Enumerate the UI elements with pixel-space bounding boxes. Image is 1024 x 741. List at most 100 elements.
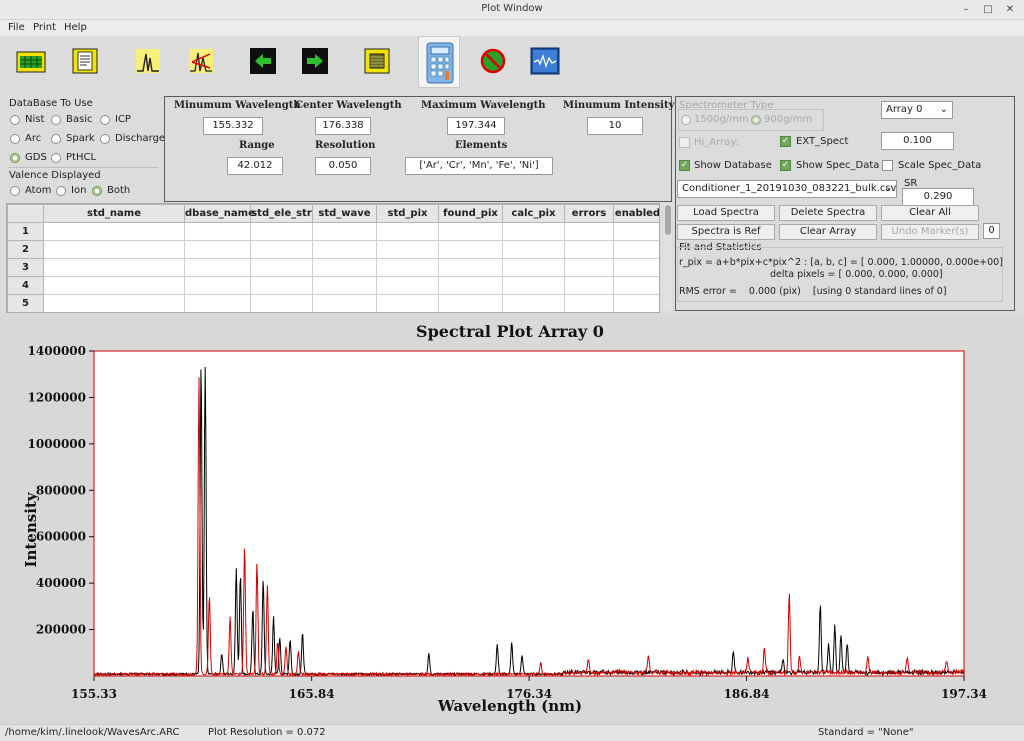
file-select[interactable]: Conditioner_1_20191030_083221_bulk.csv ⌄ xyxy=(677,180,897,198)
chevron-down-icon: ⌄ xyxy=(939,104,948,115)
toolbar xyxy=(0,36,1024,94)
array-select[interactable]: Array 0 ⌄ xyxy=(881,101,953,119)
label-gds: GDS xyxy=(25,152,47,163)
row-number: 5 xyxy=(7,294,44,312)
row-number: 4 xyxy=(7,276,44,295)
clear-array-button[interactable]: Clear Array xyxy=(779,224,877,240)
col-errors[interactable]: errors xyxy=(564,204,614,223)
col-std-ele-str[interactable]: std_ele_str xyxy=(250,204,313,223)
col-dbase-name[interactable]: dbase_name xyxy=(184,204,255,223)
table-row[interactable]: 2 xyxy=(7,240,659,259)
label-spark: Spark xyxy=(66,133,95,144)
valence-title: Valence Displayed xyxy=(9,170,101,181)
elements-field[interactable]: ['Ar', 'Cr', 'Mn', 'Fe', 'Ni'] xyxy=(405,157,553,175)
center-wavelength-field[interactable]: 176.338 xyxy=(315,117,371,135)
radio-basic[interactable] xyxy=(51,115,61,125)
rms-error: RMS error = 0.000 (pix) [using 0 standar… xyxy=(679,286,947,297)
row-number: 3 xyxy=(7,258,44,277)
table-row[interactable]: 1 xyxy=(7,222,659,241)
col-enabled[interactable]: enabled xyxy=(613,204,659,223)
min-wavelength-label: Minumum Wavelength xyxy=(174,100,301,111)
label-pthcl: PtHCL xyxy=(66,152,97,163)
file-select-value: Conditioner_1_20191030_083221_bulk.csv xyxy=(682,183,897,194)
status-path: /home/kim/.linelook/WavesArc.ARC xyxy=(5,727,180,738)
spectral-plot-svg[interactable]: Spectral Plot Array 0 200000 400000 600000… xyxy=(0,314,1024,724)
radio-discharge[interactable] xyxy=(100,134,110,144)
calculator-icon[interactable] xyxy=(418,36,460,88)
col-std-name[interactable]: std_name xyxy=(43,204,185,223)
menu-help[interactable]: Help xyxy=(64,22,87,33)
x-tick-label: 165.84 xyxy=(289,687,335,701)
ext-spect-field[interactable]: 0.100 xyxy=(881,132,954,150)
col-calc-pix[interactable]: calc_pix xyxy=(502,204,565,223)
spectrum-peaks-icon[interactable] xyxy=(133,46,163,76)
radio-both[interactable] xyxy=(92,186,102,196)
range-label: Range xyxy=(239,140,275,151)
table-row[interactable]: 4 xyxy=(7,276,659,295)
y-tick-label: 800000 xyxy=(36,483,86,497)
menu-bar: File Print Help xyxy=(0,20,1024,36)
table-row[interactable]: 5 xyxy=(7,294,659,312)
plot-frame xyxy=(93,350,965,677)
notes-icon[interactable] xyxy=(70,46,100,76)
col-found-pix[interactable]: found_pix xyxy=(438,204,503,223)
ext-spect-checkbox[interactable]: ✓ xyxy=(780,136,791,147)
spectra-is-ref-button[interactable]: Spectra is Ref xyxy=(677,224,775,240)
scrollbar-thumb[interactable] xyxy=(665,205,671,235)
radio-ion[interactable] xyxy=(56,186,66,196)
max-wavelength-field[interactable]: 197.344 xyxy=(447,117,505,135)
scale-spec-data-label: Scale Spec_Data xyxy=(898,160,982,171)
col-std-wave[interactable]: std_wave xyxy=(312,204,377,223)
row-number: 1 xyxy=(7,222,44,241)
close-icon[interactable]: ✕ xyxy=(1002,2,1018,18)
table-row[interactable]: 3 xyxy=(7,258,659,277)
show-database-label: Show Database xyxy=(694,160,772,171)
radio-pthcl[interactable] xyxy=(51,153,61,163)
min-wavelength-field[interactable]: 155.332 xyxy=(203,117,263,135)
arrow-left-icon[interactable] xyxy=(248,46,278,76)
maximize-icon[interactable]: □ xyxy=(980,2,996,18)
label-discharge: Discharge xyxy=(115,133,166,144)
scale-spec-data-checkbox[interactable] xyxy=(882,160,893,171)
y-axis-label: Intensity xyxy=(22,491,40,567)
menu-print[interactable]: Print xyxy=(33,22,56,33)
label-basic: Basic xyxy=(66,114,93,125)
sr-field[interactable]: 0.290 xyxy=(902,188,974,206)
status-standard: Standard = "None" xyxy=(818,727,914,738)
radio-gds[interactable] xyxy=(10,153,20,163)
hi-array-checkbox[interactable] xyxy=(679,137,690,148)
menu-file[interactable]: File xyxy=(8,22,25,33)
minimize-icon[interactable]: – xyxy=(958,2,974,18)
radio-spark[interactable] xyxy=(51,134,61,144)
x-tick-label: 197.34 xyxy=(941,687,987,701)
label-nist: Nist xyxy=(25,114,45,125)
waveform-monitor-icon[interactable] xyxy=(530,46,560,76)
square-frame-icon[interactable] xyxy=(362,46,392,76)
delete-spectra-button[interactable]: Delete Spectra xyxy=(779,205,877,221)
load-spectra-button[interactable]: Load Spectra xyxy=(677,205,775,221)
status-bar: /home/kim/.linelook/WavesArc.ARC Plot Re… xyxy=(0,724,1024,741)
clear-all-button[interactable]: Clear All xyxy=(881,205,979,221)
no-entry-icon[interactable] xyxy=(478,46,508,76)
min-intensity-field[interactable]: 10 xyxy=(587,117,643,135)
database-icon[interactable] xyxy=(16,46,46,76)
radio-900g[interactable] xyxy=(751,115,761,125)
table-scrollbar[interactable] xyxy=(664,203,672,311)
col-std-pix[interactable]: std_pix xyxy=(376,204,439,223)
range-field[interactable]: 42.012 xyxy=(227,157,283,175)
radio-nist[interactable] xyxy=(10,115,20,125)
show-database-checkbox[interactable]: ✓ xyxy=(679,160,690,171)
marker-count: 0 xyxy=(983,223,1000,239)
radio-1500g[interactable] xyxy=(681,115,691,125)
y-tick-label: 200000 xyxy=(36,623,86,637)
divider xyxy=(8,167,158,168)
radio-arc[interactable] xyxy=(10,134,20,144)
show-spec-data-checkbox[interactable]: ✓ xyxy=(780,160,791,171)
spectral-plot[interactable]: Spectral Plot Array 0 200000 400000 600000… xyxy=(0,314,1024,724)
resolution-field[interactable]: 0.050 xyxy=(315,157,371,175)
undo-markers-button[interactable]: Undo Marker(s) xyxy=(881,224,979,240)
arrow-right-icon[interactable] xyxy=(300,46,330,76)
radio-icp[interactable] xyxy=(100,115,110,125)
radio-atom[interactable] xyxy=(10,186,20,196)
spectrum-compare-icon[interactable] xyxy=(186,46,216,76)
